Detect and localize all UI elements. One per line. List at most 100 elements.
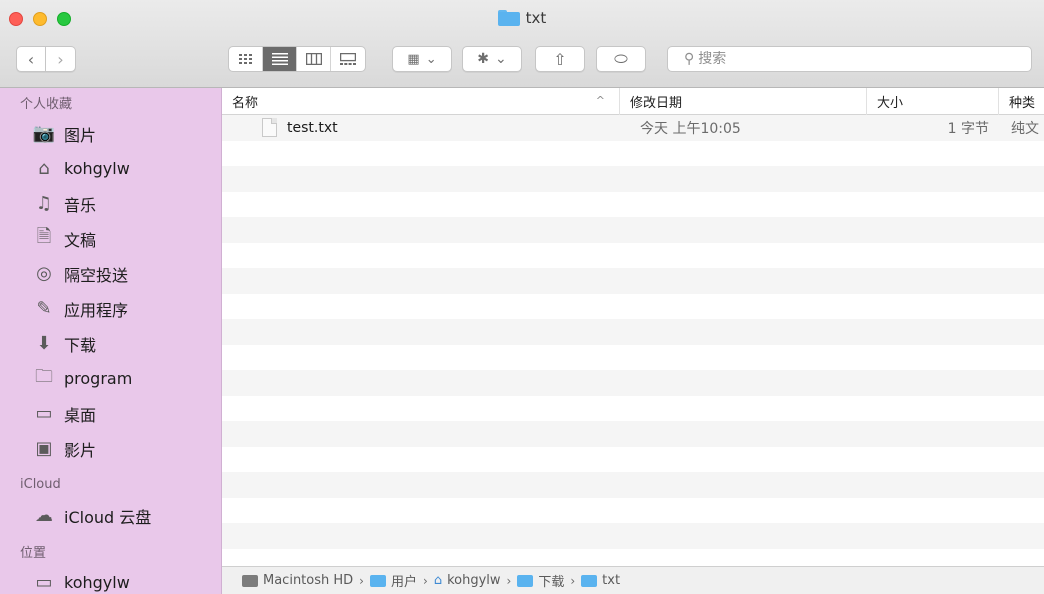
empty-row xyxy=(222,293,1044,319)
arrange-menu-button[interactable]: ▦ ⌄ xyxy=(392,46,452,72)
folder-icon: 🗀 xyxy=(35,365,53,387)
sidebar-item-label: iCloud 云盘 xyxy=(64,507,152,527)
desktop-icon: ▭ xyxy=(35,403,53,424)
back-button[interactable]: ‹ xyxy=(16,46,46,72)
grid-icon xyxy=(238,53,252,64)
empty-row xyxy=(222,191,1044,217)
airdrop-icon: ◎ xyxy=(36,263,52,284)
column-header-row: 名称 ^ 修改日期 大小 种类 xyxy=(222,88,1044,115)
empty-row xyxy=(222,395,1044,421)
sidebar-item-label: 应用程序 xyxy=(64,300,129,320)
empty-row xyxy=(222,268,1044,294)
path-bar: Macintosh HD › 用户 › ⌂ kohgylw › 下载 › txt xyxy=(222,566,1044,594)
icon-view-button[interactable] xyxy=(229,47,263,71)
column-header-label: 修改日期 xyxy=(630,95,683,111)
applications-icon: ✎ xyxy=(36,298,52,319)
folder-icon xyxy=(369,574,386,587)
home-icon: ⌂ xyxy=(433,573,443,588)
window-toolbar: txt ‹ › ▦ ⌄ ✱ ⌄ ⇧ ⬭ ⚲ xyxy=(0,0,1044,88)
sidebar: 个人收藏 📷 图片 ⌂ kohgylw ♫ 音乐 🗎 文稿 ◎ 隔空投送 ✎ 应… xyxy=(0,88,222,594)
path-item-macintosh-hd[interactable]: Macintosh HD xyxy=(242,573,353,588)
sort-ascending-icon: ^ xyxy=(595,93,605,107)
download-icon: ⬇ xyxy=(36,333,52,354)
sidebar-item-movies[interactable]: ▣ 影片 xyxy=(0,431,221,466)
file-list: 名称 ^ 修改日期 大小 种类 test.txt 今天 上午10:05 1 字节… xyxy=(222,88,1044,562)
path-separator: › xyxy=(506,573,512,588)
sidebar-item-airdrop[interactable]: ◎ 隔空投送 xyxy=(0,256,221,291)
window-title: txt xyxy=(0,9,1044,27)
folder-icon xyxy=(517,574,534,587)
path-label: Macintosh HD xyxy=(263,573,354,588)
sidebar-item-downloads[interactable]: ⬇ 下载 xyxy=(0,326,221,361)
path-separator: › xyxy=(359,573,364,588)
path-separator: › xyxy=(570,573,576,588)
folder-icon xyxy=(581,574,598,587)
empty-row xyxy=(222,472,1044,498)
forward-button[interactable]: › xyxy=(46,46,76,72)
text-file-icon xyxy=(262,118,277,138)
sidebar-item-home[interactable]: ⌂ kohgylw xyxy=(0,151,221,186)
column-header-date[interactable]: 修改日期 xyxy=(620,88,867,115)
tag-icon: ⬭ xyxy=(614,49,628,68)
columns-icon xyxy=(305,53,322,65)
path-label: kohgylw xyxy=(447,573,501,588)
sidebar-item-applications[interactable]: ✎ 应用程序 xyxy=(0,291,221,326)
film-icon: ▣ xyxy=(35,438,53,459)
sidebar-item-label: program xyxy=(64,369,133,388)
computer-icon: ▭ xyxy=(35,572,53,593)
sidebar-item-program[interactable]: 🗀 program xyxy=(0,361,221,396)
search-field[interactable]: ⚲ xyxy=(667,46,1032,72)
gallery-icon xyxy=(340,53,356,65)
sidebar-section-favorites: 个人收藏 xyxy=(20,96,73,112)
column-header-label: 名称 xyxy=(232,95,259,111)
file-name: test.txt xyxy=(287,119,338,136)
sidebar-item-label: 隔空投送 xyxy=(64,265,129,285)
sidebar-item-label: 桌面 xyxy=(64,405,97,425)
search-icon: ⚲ xyxy=(684,51,695,67)
search-input[interactable] xyxy=(698,51,999,67)
list-view-button[interactable] xyxy=(263,47,297,71)
column-header-label: 大小 xyxy=(877,95,904,111)
empty-row xyxy=(222,140,1044,166)
gallery-view-button[interactable] xyxy=(331,47,365,71)
share-icon: ⇧ xyxy=(553,49,567,69)
path-item-txt[interactable]: txt xyxy=(581,573,620,588)
music-note-icon: ♫ xyxy=(35,193,53,214)
empty-row xyxy=(222,523,1044,549)
sidebar-item-music[interactable]: ♫ 音乐 xyxy=(0,186,221,221)
sidebar-item-label: 文稿 xyxy=(64,230,97,250)
sidebar-item-label: 图片 xyxy=(64,125,97,145)
sidebar-item-pictures[interactable]: 📷 图片 xyxy=(0,116,221,151)
empty-row xyxy=(222,242,1044,268)
sidebar-item-label: 音乐 xyxy=(64,195,97,215)
tag-button[interactable]: ⬭ xyxy=(596,46,646,72)
sidebar-section-icloud: iCloud xyxy=(20,476,61,492)
empty-row xyxy=(222,370,1044,396)
sidebar-item-icloud-drive[interactable]: ☁ iCloud 云盘 xyxy=(0,498,221,533)
sidebar-item-label: kohgylw xyxy=(64,573,130,592)
sidebar-item-location-computer[interactable]: ▭ kohgylw xyxy=(0,565,221,594)
cloud-icon: ☁ xyxy=(35,505,53,526)
path-item-users[interactable]: 用户 xyxy=(369,571,417,590)
empty-row xyxy=(222,166,1044,192)
sidebar-item-desktop[interactable]: ▭ 桌面 xyxy=(0,396,221,431)
file-size: 1 字节 xyxy=(947,120,989,137)
column-view-button[interactable] xyxy=(297,47,331,71)
column-header-kind[interactable]: 种类 xyxy=(999,88,1044,115)
path-item-downloads[interactable]: 下载 xyxy=(517,571,564,590)
home-icon: ⌂ xyxy=(38,158,50,179)
action-menu-button[interactable]: ✱ ⌄ xyxy=(462,46,522,72)
chevron-left-icon: ‹ xyxy=(27,49,35,69)
empty-row xyxy=(222,497,1044,523)
list-icon xyxy=(271,53,288,65)
column-header-size[interactable]: 大小 xyxy=(867,88,999,115)
file-row[interactable]: test.txt 今天 上午10:05 1 字节 纯文 xyxy=(222,115,1044,141)
path-label: 下载 xyxy=(538,575,565,590)
view-mode-selector xyxy=(228,46,366,72)
column-header-name[interactable]: 名称 ^ xyxy=(222,88,620,115)
share-button[interactable]: ⇧ xyxy=(535,46,585,72)
path-item-home[interactable]: ⌂ kohgylw xyxy=(434,573,501,588)
sidebar-item-documents[interactable]: 🗎 文稿 xyxy=(0,221,221,256)
chevron-right-icon: › xyxy=(57,49,64,69)
sidebar-item-label: 下载 xyxy=(64,335,97,355)
